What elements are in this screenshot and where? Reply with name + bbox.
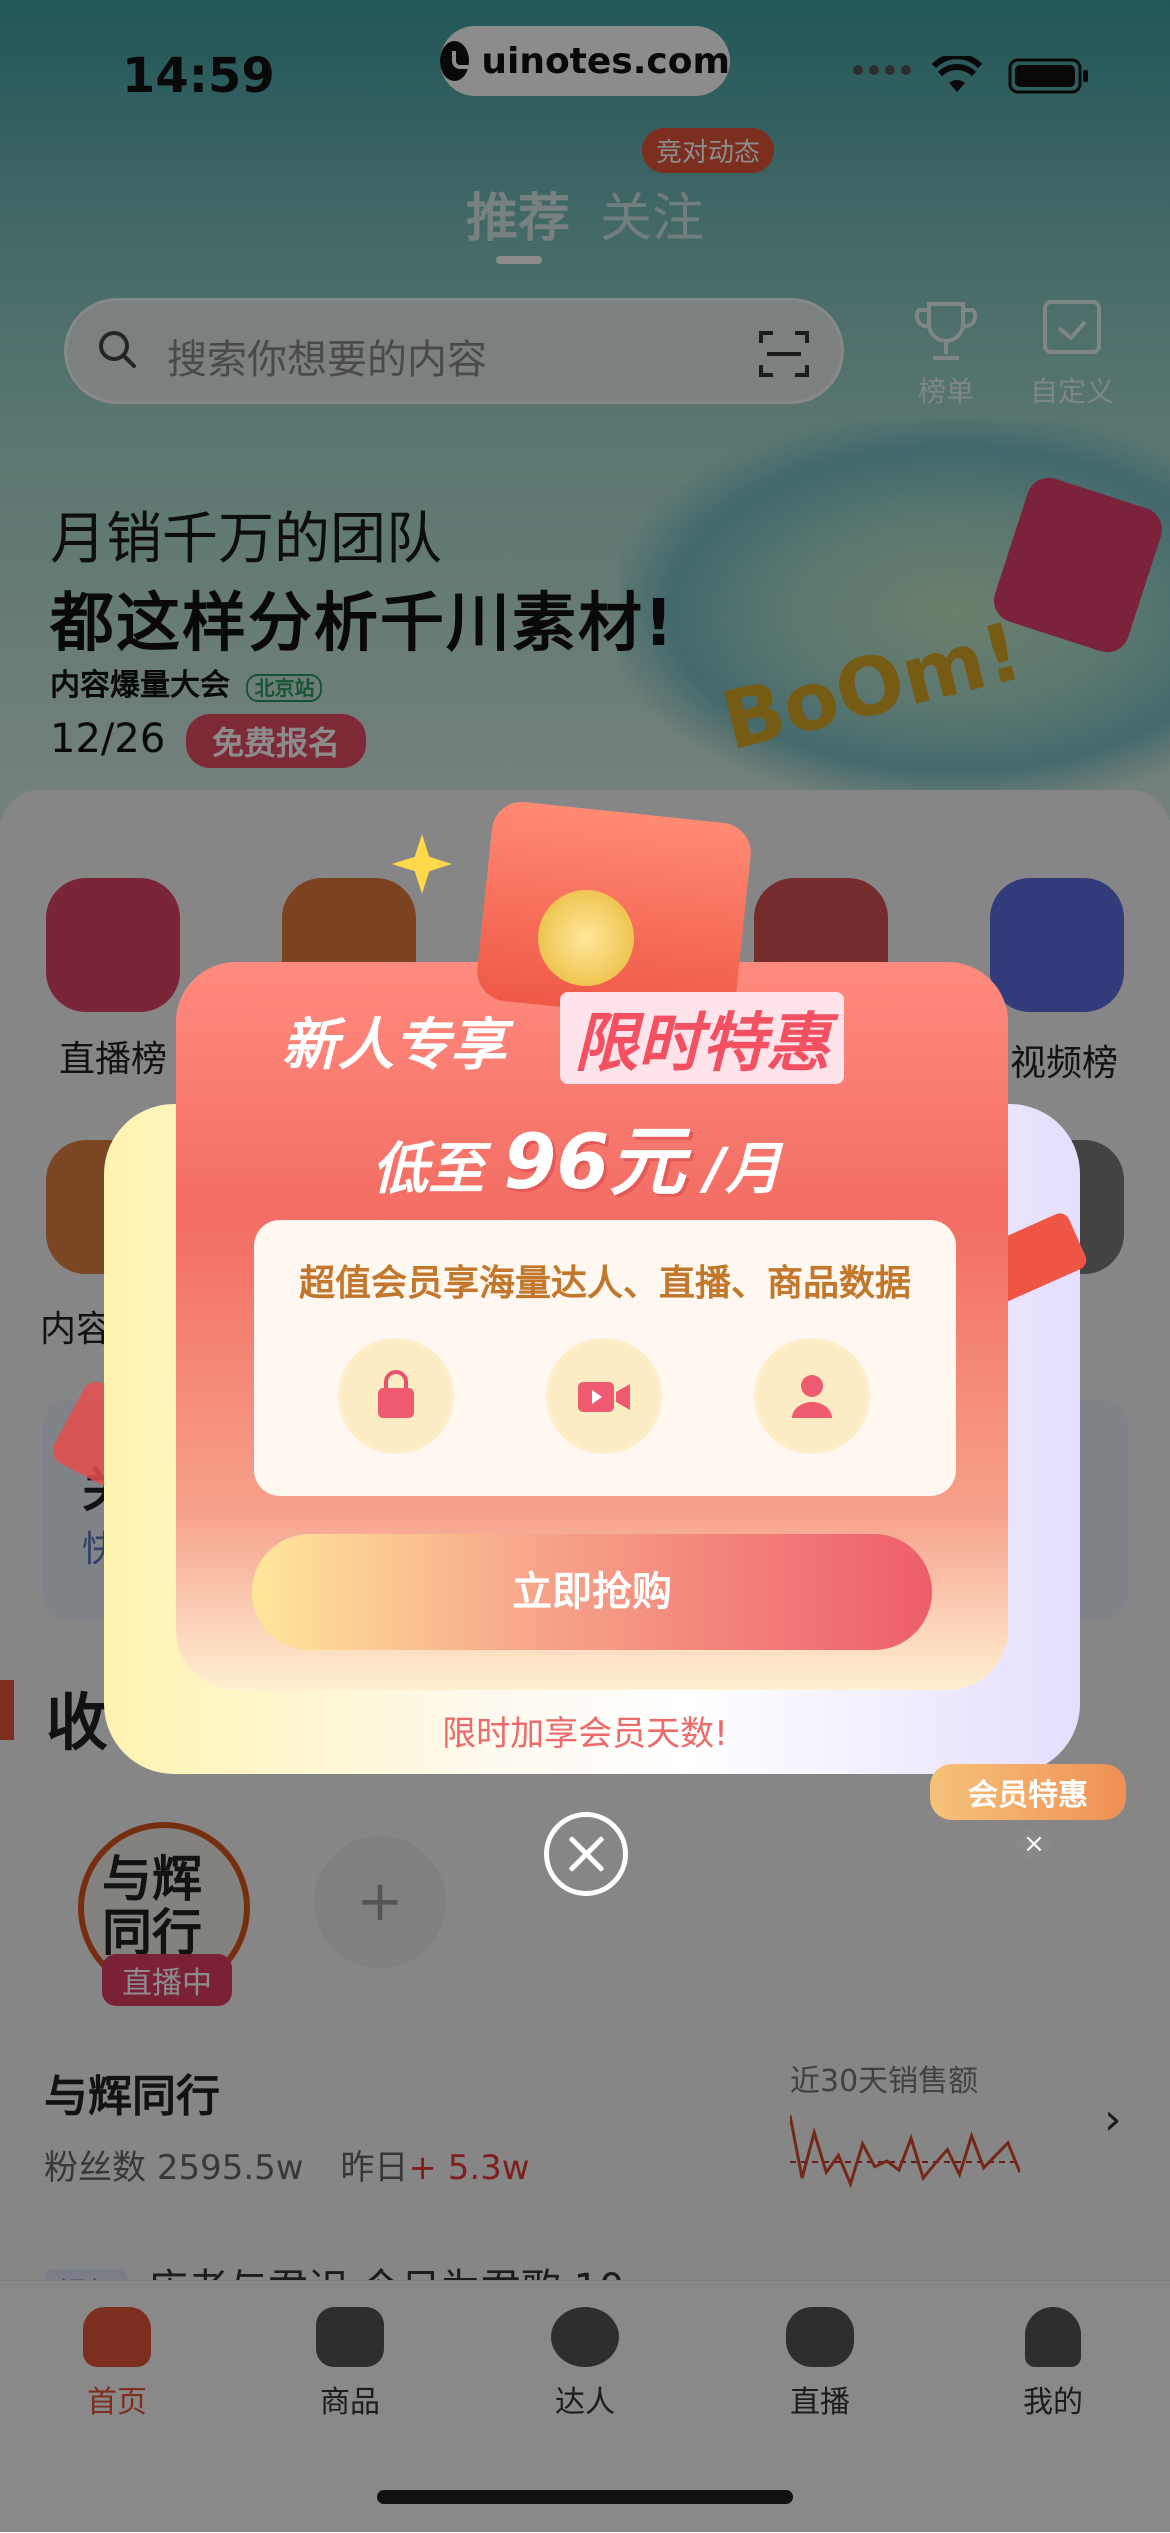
close-float-icon[interactable]: × bbox=[1016, 1826, 1052, 1862]
shopping-bag-icon bbox=[338, 1338, 454, 1454]
price-value: 96元 bbox=[503, 1117, 686, 1206]
modal-heading-highlight: 限时特惠 bbox=[560, 992, 844, 1084]
benefit-text: 超值会员享海量达人、直播、商品数据 bbox=[298, 1263, 911, 1304]
close-icon[interactable] bbox=[544, 1812, 628, 1896]
price-prefix: 低至 bbox=[372, 1137, 484, 1202]
buy-now-button[interactable]: 立即抢购 bbox=[252, 1534, 932, 1650]
modal-footnote: 限时加享会员天数! bbox=[442, 1714, 728, 1754]
vip-offer-float[interactable]: 会员特惠 bbox=[930, 1764, 1126, 1820]
modal-price: 低至 96元 /月 bbox=[372, 1100, 781, 1210]
home-indicator bbox=[377, 2490, 793, 2504]
person-icon bbox=[754, 1338, 870, 1454]
video-camera-icon bbox=[546, 1338, 662, 1454]
benefit-card: 超值会员享海量达人、直播、商品数据 bbox=[254, 1220, 956, 1496]
modal-heading: 新人专享 bbox=[282, 1013, 506, 1078]
price-suffix: /月 bbox=[704, 1137, 782, 1202]
coin-icon bbox=[538, 890, 634, 986]
